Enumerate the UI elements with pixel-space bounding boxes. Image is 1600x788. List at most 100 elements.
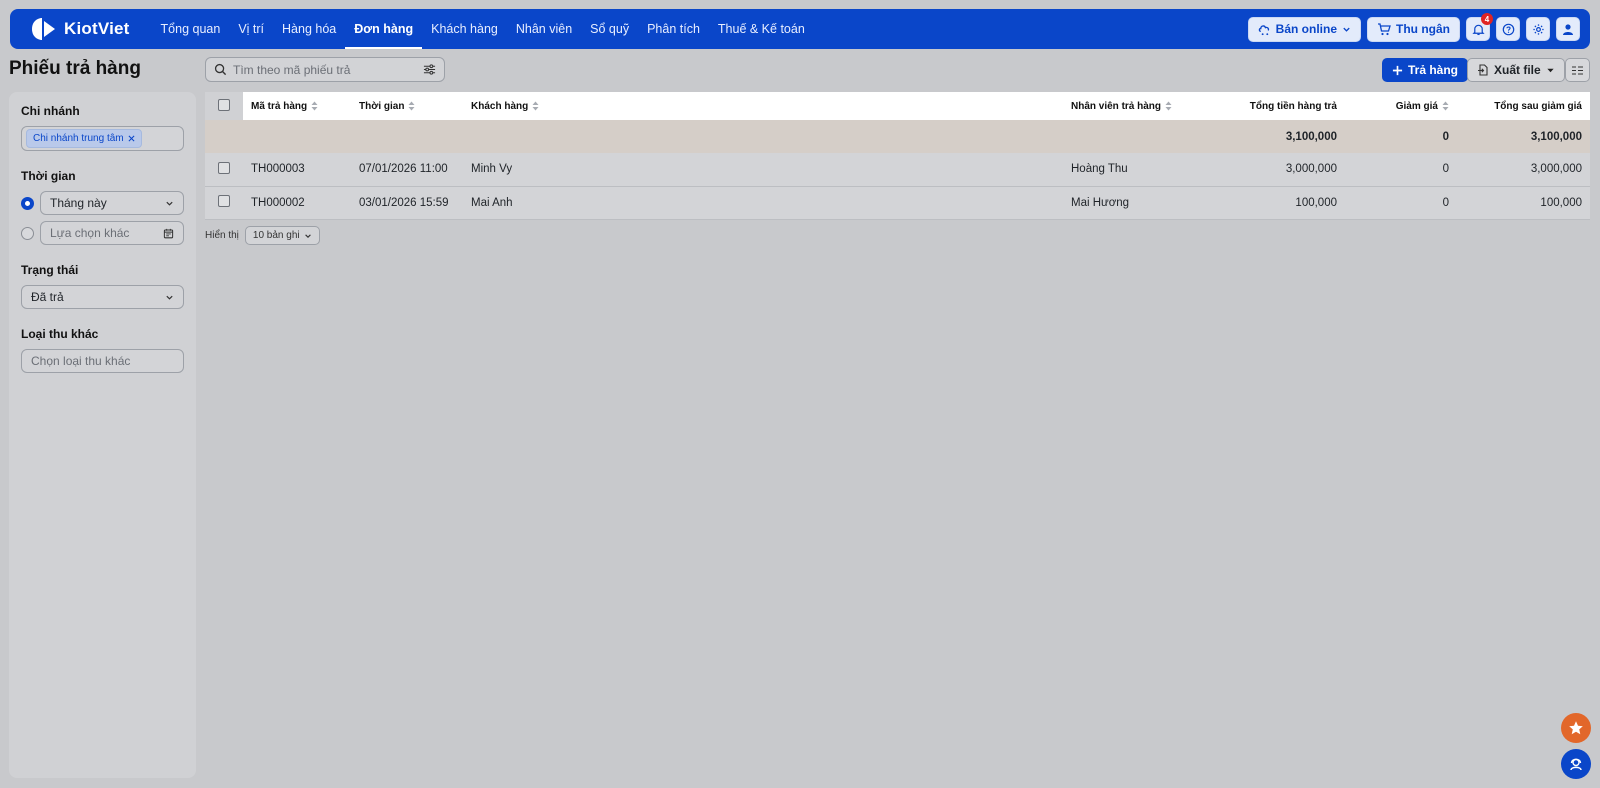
star-icon: [1569, 721, 1583, 735]
cart-icon: [1378, 22, 1391, 35]
row-after-discount: 100,000: [1540, 196, 1582, 209]
branch-filter: Chi nhánh Chi nhánh trung tâm: [21, 104, 184, 151]
gear-icon: [1532, 23, 1544, 35]
table-row[interactable]: TH000003 07/01/2026 11:00 Minh Vy Hoàng …: [205, 153, 1590, 186]
sell-online-label: Bán online: [1275, 22, 1337, 36]
col-staff-label: Nhân viên trả hàng: [1071, 100, 1162, 112]
col-time-label: Thời gian: [359, 100, 405, 112]
favorite-fab[interactable]: [1561, 713, 1591, 743]
app-name: KiotViet: [64, 19, 130, 38]
calendar-icon: [163, 228, 174, 238]
nav-thue-ke-toan[interactable]: Thuế & Kế toán: [709, 9, 814, 49]
support-agent-icon: [1570, 758, 1582, 771]
help-icon: [1502, 23, 1514, 35]
nav-phan-tich[interactable]: Phân tích: [638, 9, 709, 49]
time-preset-radio[interactable]: [21, 196, 34, 210]
other-income-select[interactable]: Chọn loại thu khác: [21, 349, 184, 373]
notification-badge: 4: [1481, 13, 1493, 25]
sort-icon: [1165, 101, 1172, 111]
row-checkbox[interactable]: [218, 195, 230, 207]
time-preset-value: Tháng này: [50, 196, 107, 210]
other-income-label: Loại thu khác: [21, 327, 99, 341]
sort-icon: [1442, 101, 1449, 111]
time-filter-label: Thời gian: [21, 169, 76, 183]
chevron-down-icon: [166, 295, 173, 300]
notifications-button[interactable]: 4: [1466, 13, 1493, 41]
close-icon[interactable]: [128, 135, 135, 142]
select-all-checkbox[interactable]: [218, 98, 230, 111]
col-discount-label: Giảm giá: [1395, 100, 1438, 112]
branch-chip: Chi nhánh trung tâm: [26, 129, 142, 148]
nav-khach-hang[interactable]: Khách hàng: [422, 9, 507, 49]
row-code: TH000002: [251, 196, 305, 209]
col-code-header[interactable]: Mã trả hàng: [243, 92, 351, 120]
caret-down-icon: [1547, 68, 1554, 72]
col-discount-header[interactable]: Giảm giá: [1345, 92, 1457, 120]
summary-discount: 0: [1442, 130, 1449, 143]
col-total-header: Tổng tiền hàng trả: [1203, 92, 1345, 120]
time-filter: Thời gian Tháng này Lựa chọn khác: [21, 169, 184, 245]
nav-tong-quan[interactable]: Tổng quan: [152, 9, 230, 49]
help-button[interactable]: [1496, 17, 1520, 41]
search-input[interactable]: [233, 62, 417, 77]
row-total: 3,000,000: [1285, 163, 1337, 176]
cloud-cart-icon: [1258, 24, 1269, 35]
nav-don-hang[interactable]: Đơn hàng: [345, 9, 423, 49]
branch-chip-label: Chi nhánh trung tâm: [33, 133, 124, 144]
time-preset-row: Tháng này: [21, 191, 184, 215]
col-staff-header[interactable]: Nhân viên trả hàng: [1063, 92, 1203, 120]
user-icon: [1563, 24, 1573, 35]
cashier-button[interactable]: Thu ngân: [1367, 16, 1460, 42]
time-custom-picker[interactable]: Lựa chọn khác: [40, 221, 184, 245]
nav-so-quy[interactable]: Sổ quỹ: [581, 9, 638, 49]
support-fab[interactable]: [1561, 749, 1591, 779]
status-filter: Trạng thái Đã trả: [21, 263, 184, 309]
other-income-filter: Loại thu khác Chọn loại thu khác: [21, 327, 184, 373]
table-row[interactable]: TH000002 03/01/2026 15:59 Mai Anh Mai Hư…: [205, 186, 1590, 219]
nav-nhan-vien[interactable]: Nhân viên: [507, 9, 581, 49]
row-time: 03/01/2026 15:59: [359, 196, 449, 209]
chevron-down-icon: [304, 233, 311, 238]
settings-button[interactable]: [1526, 17, 1550, 41]
branch-select[interactable]: Chi nhánh trung tâm: [21, 126, 184, 151]
table-header-row: Mã trả hàng Thời gian Khách hàng Nhân vi…: [205, 92, 1590, 120]
time-custom-placeholder: Lựa chọn khác: [50, 226, 130, 240]
search-box: [205, 57, 445, 82]
nav-hang-hoa[interactable]: Hàng hóa: [273, 9, 345, 49]
summary-total: 3,100,000: [1285, 130, 1337, 143]
kiotviet-logo[interactable]: KiotViet: [30, 17, 130, 41]
col-customer-header[interactable]: Khách hàng: [463, 92, 1063, 120]
col-customer-label: Khách hàng: [471, 100, 529, 112]
file-export-icon: [1478, 64, 1488, 76]
bell-icon: [1471, 24, 1485, 35]
row-after-discount: 3,000,000: [1530, 163, 1582, 176]
branch-filter-label: Chi nhánh: [21, 104, 80, 118]
export-file-label: Xuất file: [1494, 63, 1541, 77]
main-nav: Tổng quan Vị trí Hàng hóa Đơn hàng Khách…: [152, 9, 814, 49]
search-icon: [214, 63, 227, 76]
col-after-discount-label: Tổng sau giảm giá: [1494, 100, 1582, 112]
column-settings-button[interactable]: [1565, 58, 1590, 82]
sell-online-button[interactable]: Bán online: [1247, 16, 1361, 42]
summary-after-discount: 3,100,000: [1530, 130, 1582, 143]
top-navbar: KiotViet Tổng quan Vị trí Hàng hóa Đơn h…: [10, 9, 1590, 49]
kiotviet-logo-icon: [32, 18, 55, 40]
returns-table: Mã trả hàng Thời gian Khách hàng Nhân vi…: [205, 92, 1590, 220]
status-value: Đã trả: [31, 290, 64, 304]
page-size-value: 10 bản ghi: [252, 230, 300, 241]
nav-vi-tri[interactable]: Vị trí: [229, 9, 273, 49]
time-preset-select[interactable]: Tháng này: [40, 191, 184, 215]
page-title: Phiếu trả hàng: [9, 58, 141, 79]
row-customer: Mai Anh: [471, 196, 513, 209]
filter-sidebar: Chi nhánh Chi nhánh trung tâm Thời gian …: [9, 92, 196, 778]
page-size-select[interactable]: 10 bản ghi: [244, 226, 320, 245]
export-file-button[interactable]: Xuất file: [1467, 58, 1565, 82]
status-select[interactable]: Đã trả: [21, 285, 184, 309]
col-time-header[interactable]: Thời gian: [351, 92, 463, 120]
row-checkbox[interactable]: [218, 161, 230, 174]
row-discount: 0: [1442, 163, 1449, 176]
user-avatar[interactable]: [1556, 17, 1580, 41]
filter-sliders-icon[interactable]: [423, 63, 436, 76]
time-custom-radio[interactable]: [21, 226, 34, 240]
return-goods-button[interactable]: Trả hàng: [1382, 58, 1469, 82]
